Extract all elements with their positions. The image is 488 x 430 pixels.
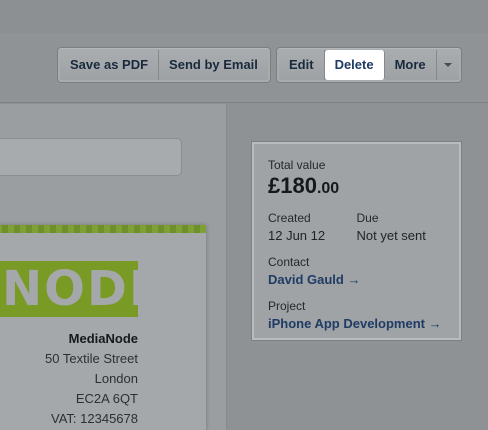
contact-label: Contact: [268, 255, 310, 269]
total-value: £180.00: [268, 173, 445, 199]
header-stripe: [0, 225, 206, 233]
project-section: Project iPhone App Development →: [268, 299, 445, 331]
total-value-main: £180: [268, 173, 317, 198]
save-as-pdf-button[interactable]: Save as PDF: [60, 50, 160, 80]
contact-link[interactable]: David Gauld →: [268, 272, 445, 287]
project-label: Project: [268, 299, 306, 313]
top-bar: [0, 0, 488, 33]
address-street: 50 Textile Street: [45, 351, 138, 366]
send-by-email-button[interactable]: Send by Email: [159, 50, 268, 80]
created-label: Created: [268, 211, 311, 225]
project-link[interactable]: iPhone App Development →: [268, 316, 445, 331]
company-address: MediaNode 50 Textile Street London EC2A …: [45, 329, 138, 429]
due-column: Due Not yet sent: [357, 211, 446, 243]
company-logo: NODE: [0, 261, 138, 317]
address-vat: VAT: 12345678: [51, 411, 138, 426]
document-header-bar: [0, 138, 182, 176]
dates-row: Created 12 Jun 12 Due Not yet sent: [268, 211, 445, 243]
total-value-decimal: .00: [316, 180, 340, 197]
created-column: Created 12 Jun 12: [268, 211, 357, 243]
delete-button[interactable]: Delete: [324, 50, 385, 80]
due-value: Not yet sent: [356, 228, 426, 243]
company-name: MediaNode: [68, 331, 138, 346]
contact-section: Contact David Gauld →: [268, 255, 445, 287]
address-postcode: EC2A 6QT: [75, 391, 138, 406]
created-value: 12 Jun 12: [268, 228, 326, 243]
more-button[interactable]: More: [384, 50, 437, 80]
action-button-group: Edit Delete More: [276, 47, 462, 83]
due-label: Due: [356, 211, 379, 225]
edit-button[interactable]: Edit: [279, 50, 325, 80]
address-city: London: [94, 371, 138, 386]
more-dropdown-toggle[interactable]: [436, 50, 459, 80]
total-value-label: Total value: [268, 158, 326, 172]
export-button-group: Save as PDF Send by Email: [57, 47, 271, 83]
invoice-summary: Total value £180.00 Created 12 Jun 12 Du…: [252, 142, 461, 340]
chevron-down-icon: [443, 63, 452, 67]
